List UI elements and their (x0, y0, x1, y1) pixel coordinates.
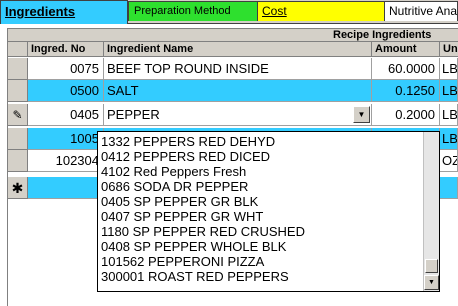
tab-cost[interactable]: Cost (256, 1, 385, 21)
cell-amount[interactable]: 0.1250 (372, 80, 440, 102)
column-label: Unit (443, 43, 458, 55)
cell-ingredient-name[interactable]: SALT (104, 80, 372, 102)
ingredient-dropdown-list[interactable]: 1332 PEPPERS RED DEHYD 0412 PEPPERS RED … (97, 131, 440, 292)
cell-ingred-no[interactable]: 0405 (28, 104, 104, 126)
row-selector[interactable]: ✱ (8, 177, 28, 199)
cell-amount[interactable]: 60.0000 (372, 58, 440, 80)
column-label: Amount (375, 43, 417, 55)
row-selector[interactable] (8, 58, 28, 80)
scrollbar-thumb[interactable] (425, 259, 438, 273)
table-row-editing[interactable]: ✎ 0405 PEPPER ▼ 0.2000 LB (8, 104, 458, 126)
ingredient-combo-input[interactable]: PEPPER (104, 104, 372, 126)
scroll-down-button[interactable]: ▼ (424, 275, 439, 290)
pencil-icon: ✎ (12, 108, 23, 122)
cell-ingred-no[interactable]: 1005 (28, 128, 104, 150)
cell-ingred-no[interactable]: 0075 (28, 58, 104, 80)
tab-ingredients[interactable]: Ingredients (0, 0, 128, 24)
column-label: Ingred. No (31, 43, 86, 55)
group-header-label: Recipe Ingredients (333, 29, 432, 41)
dropdown-option[interactable]: 1180 SP PEPPER RED CRUSHED (101, 224, 305, 239)
cell-ingredient-name[interactable]: BEEF TOP ROUND INSIDE (104, 58, 372, 80)
asterisk-icon: ✱ (11, 180, 24, 196)
tab-label: Ingredients (5, 4, 76, 19)
row-selector[interactable] (8, 80, 28, 102)
dropdown-option[interactable]: 300001 ROAST RED PEPPERS (101, 269, 289, 284)
tab-label: Cost (262, 4, 287, 18)
tab-nutritive-analysis[interactable]: Nutritive Analysis (383, 1, 458, 21)
dropdown-option[interactable]: 4102 Red Peppers Fresh (101, 164, 246, 179)
cell-ingred-no[interactable]: 102304 (28, 150, 104, 172)
dropdown-option[interactable]: 0412 PEPPERS RED DICED (101, 149, 270, 164)
dropdown-option[interactable]: 0405 SP PEPPER GR BLK (101, 194, 258, 209)
cell-unit[interactable]: LB (440, 80, 458, 102)
row-selector[interactable]: ✎ (8, 104, 28, 126)
column-header-ingred-no[interactable]: Ingred. No (28, 42, 104, 57)
cell-ingred-no[interactable]: 0500 (28, 80, 104, 102)
tab-label: Preparation Method (134, 5, 231, 17)
row-selector[interactable] (8, 128, 28, 150)
row-selector[interactable] (8, 150, 28, 172)
combo-dropdown-button[interactable]: ▼ (353, 106, 370, 123)
dropdown-option[interactable]: 101562 PEPPERONI PIZZA (101, 254, 264, 269)
column-header-unit[interactable]: Unit (440, 42, 458, 57)
dropdown-option[interactable]: 0407 SP PEPPER GR WHT (101, 209, 263, 224)
table-row[interactable]: 0500 SALT 0.1250 LB (8, 80, 458, 102)
row-selector-header (8, 42, 28, 57)
tab-preparation-method[interactable]: Preparation Method (128, 1, 258, 21)
tab-label: Nutritive Analysis (389, 4, 458, 18)
dropdown-scrollbar[interactable]: ▼ (423, 132, 439, 291)
cell-unit[interactable]: LB (440, 104, 458, 126)
cell-unit[interactable]: OZ (440, 150, 458, 172)
dropdown-option[interactable]: 0686 SODA DR PEPPER (101, 179, 248, 194)
cell-unit[interactable]: LB (440, 58, 458, 80)
combo-value: PEPPER (107, 107, 160, 122)
dropdown-option[interactable]: 0408 SP PEPPER WHOLE BLK (101, 239, 286, 254)
chevron-down-icon: ▼ (357, 110, 366, 119)
cell-unit[interactable]: LB (440, 128, 458, 150)
column-header-ingredient-name[interactable]: Ingredient Name (104, 42, 372, 57)
cell-amount[interactable]: 0.2000 (372, 104, 440, 126)
column-header-amount[interactable]: Amount (372, 42, 440, 57)
chevron-down-icon: ▼ (428, 279, 435, 286)
grid-group-header: Recipe Ingredients (8, 29, 458, 42)
cell-unit[interactable] (440, 177, 458, 199)
table-row[interactable]: 0075 BEEF TOP ROUND INSIDE 60.0000 LB (8, 58, 458, 80)
dropdown-option[interactable]: 1332 PEPPERS RED DEHYD (101, 134, 275, 149)
column-label: Ingredient Name (107, 43, 194, 55)
cell-ingred-no[interactable] (28, 177, 104, 199)
